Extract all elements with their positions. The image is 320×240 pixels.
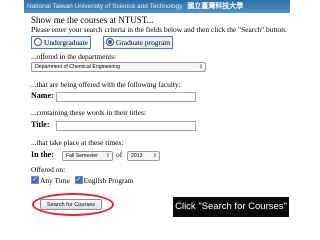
year-select-value: 2013 [131, 153, 143, 159]
university-name-en: National Taiwan University of Science an… [27, 3, 183, 10]
faculty-label: ...that are being offered with the follo… [31, 80, 181, 89]
any-time-option[interactable]: ✓ Any Time [31, 176, 70, 185]
radio-graduate-box: Graduate program [103, 36, 173, 49]
semester-select[interactable]: Fall Semester ⇕ [62, 151, 113, 161]
instructions-text: Please enter your search criteria in the… [31, 25, 287, 34]
year-select[interactable]: 2013 ⇕ [127, 151, 160, 161]
title-label: Title: [31, 120, 50, 129]
checkbox-checked-icon[interactable]: ✓ [74, 176, 83, 185]
english-program-option[interactable]: ✓ English Program [74, 176, 134, 185]
in-the-label: In the: [31, 150, 54, 159]
offered-options: ✓ Any Time ✓ English Program [31, 176, 134, 185]
right-margin [290, 0, 320, 240]
select-arrows-icon: ⇕ [152, 153, 157, 159]
of-label: of [116, 150, 123, 159]
program-radio-group: Undergraduate Graduate program [31, 36, 201, 49]
title-input[interactable] [56, 121, 196, 131]
instruction-callout: Click "Search for Courses" [173, 197, 289, 217]
department-select[interactable]: Department of Chemical Engineering ⇕ [31, 62, 206, 72]
semester-select-value: Fall Semester [66, 153, 98, 159]
times-label: ...that take place at these times: [31, 138, 124, 147]
checkbox-checked-icon[interactable]: ✓ [31, 176, 39, 185]
select-arrows-icon: ⇕ [198, 64, 203, 70]
university-name-zh: 國立臺灣科技大學 [187, 3, 244, 10]
department-select-value: Department of Chemical Engineering [35, 64, 121, 70]
page-heading: Show me the courses at NTUST... [31, 15, 154, 25]
radio-graduate-label: Graduate program [116, 38, 170, 47]
course-search-page: National Taiwan University of Science an… [24, 0, 290, 240]
name-label: Name: [31, 91, 54, 100]
left-margin [0, 0, 24, 240]
offered-on-label: Offered on: [31, 165, 66, 174]
words-label: ...containing these words in their title… [31, 108, 146, 117]
search-for-courses-button[interactable]: Search for Courses [40, 199, 102, 210]
radio-undergraduate-label: Undergraduate [44, 38, 88, 47]
university-banner: National Taiwan University of Science an… [24, 0, 290, 13]
select-arrows-icon: ⇕ [105, 153, 110, 159]
radio-undergraduate-box: Undergraduate [31, 36, 91, 49]
departments-label: ...offered in the departments: [31, 52, 117, 61]
english-program-label: English Program [83, 176, 134, 185]
radio-graduate-bullet[interactable] [106, 38, 114, 47]
name-input[interactable] [56, 92, 196, 102]
radio-graduate[interactable]: Graduate program [103, 36, 173, 49]
radio-undergraduate[interactable]: Undergraduate [31, 36, 91, 49]
radio-undergraduate-bullet[interactable] [34, 38, 42, 47]
any-time-label: Any Time [40, 176, 70, 185]
